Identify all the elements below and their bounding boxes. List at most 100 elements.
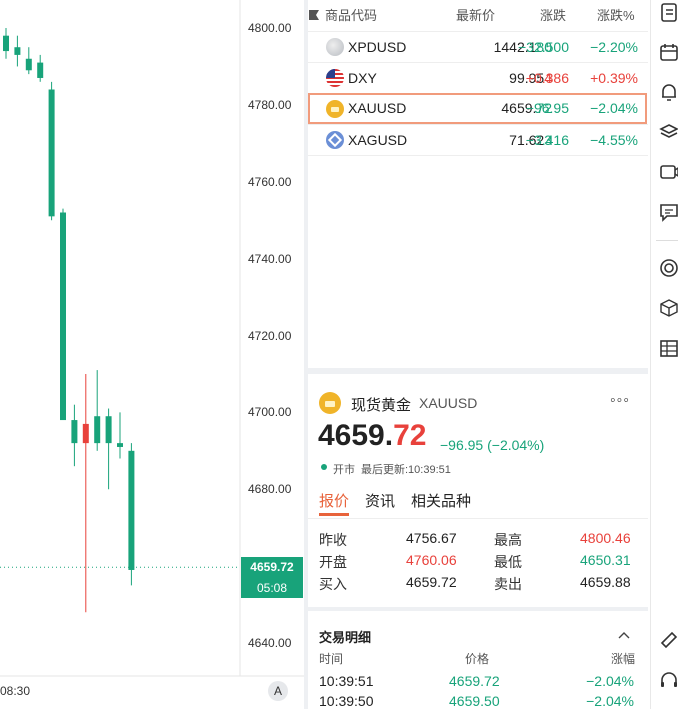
bid-label: 买入 [319,576,347,592]
tab-news[interactable]: 资讯 [365,490,395,511]
row-code: XPDUSD [348,39,407,55]
y-axis-tick: 4780.00 [248,97,292,112]
candle-body [3,35,9,52]
tab-underline [319,513,349,516]
watchlist-row-xpdusd[interactable]: XPDUSD 1442.180 −32.500 −2.20% [308,31,648,63]
high-label: 最高 [494,532,522,548]
candle-body [94,416,101,444]
countdown-tag: 05:08 [241,578,303,598]
row-pct: −4.55% [590,132,638,148]
high-value: 4800.46 [580,530,631,546]
market-open-dot [321,464,327,470]
open-label: 开盘 [319,554,347,570]
trade-time: 10:39:50 [319,693,374,709]
watchlist-header-code[interactable]: 商品代码 [308,0,377,31]
collapse-icon[interactable] [618,631,630,639]
header-label: 商品代码 [325,8,378,23]
auto-scale-button[interactable]: A [268,681,288,701]
price-tail: 72 [393,419,427,452]
candle-body [25,58,32,71]
right-toolbar [650,0,678,709]
message-icon[interactable] [659,162,678,182]
watchlist-header-pct[interactable]: 涨跌% [597,0,635,31]
candle-body [37,62,44,78]
bell-icon[interactable] [659,82,678,102]
trade-pct: −2.04% [586,673,634,689]
watchlist-row-xagusd[interactable]: XAGUSD 71.623 −3.416 −4.55% [308,124,648,156]
detail-change: −96.95 (−2.04%) [440,437,545,453]
trades-header-pct: 涨幅 [611,652,636,666]
silver-icon [326,131,344,149]
x-axis-tick: 08:30 [0,684,31,698]
candle-body [48,89,55,217]
candlestick-chart[interactable]: 4800.00 4780.00 4760.00 4740.00 4720.00 4700.… [0,0,304,709]
watchlist-row-xauusd[interactable]: XAUUSD 4659.72 −96.95 −2.04% [308,93,647,124]
y-axis-tick: 4680.00 [248,482,292,497]
target-icon[interactable] [659,258,678,278]
row-change: −32.500 [518,39,569,55]
bid-value: 4659.72 [406,574,457,590]
row-change: −96.95 [525,100,569,116]
palladium-icon [326,38,344,56]
candle-body [105,416,112,444]
prev-close-value: 4756.67 [406,530,457,546]
y-axis-tick: 4720.00 [248,328,292,343]
trades-header-price: 价格 [465,652,490,666]
watchlist-row-dxy[interactable]: DXY 99.954 +0.386 +0.39% [308,62,648,94]
gold-icon [326,100,344,118]
trades-title: 交易明细 [319,630,372,645]
row-code: XAGUSD [348,132,408,148]
cube-icon[interactable] [659,298,678,318]
y-axis-tick: 4640.00 [248,636,292,650]
candle-body [128,450,135,570]
row-pct: −2.20% [590,39,638,55]
y-axis-tick: 4760.00 [248,174,292,189]
ruler-icon[interactable] [659,630,678,650]
low-value: 4650.31 [580,552,631,568]
current-price-tag: 4659.72 [241,557,303,578]
row-divider [308,155,648,156]
market-status: 开市 [333,464,355,476]
calendar-icon[interactable] [659,42,678,62]
prev-close-label: 昨收 [319,532,347,548]
low-label: 最低 [494,554,522,570]
trade-pct: −2.04% [586,693,634,709]
toolbar-divider [656,240,678,241]
trade-price: 4659.72 [449,673,500,689]
trade-details: 交易明细 时间 价格 涨幅 10:39:51 4659.72 −2.04% 10… [308,611,648,709]
flag-icon [309,10,319,20]
watchlist-header-last[interactable]: 最新价 [456,0,495,31]
candle-body [71,420,78,444]
last-updated: 最后更新:10:39:51 [361,464,451,476]
detail-price: 4659.72 [318,419,426,453]
y-axis-tick: 4800.00 [248,21,292,35]
candle-body [14,47,21,55]
trade-time: 10:39:51 [319,673,374,689]
candle-body [60,212,66,421]
row-change: +0.386 [525,70,569,86]
gold-icon [319,392,341,414]
row-pct: +0.39% [590,70,638,86]
y-axis-tick: 4740.00 [248,251,292,266]
tab-related[interactable]: 相关品种 [411,490,471,511]
row-change: −3.416 [525,132,569,148]
more-options-icon[interactable]: ◦◦◦ [610,392,630,410]
watchlist-header-change[interactable]: 涨跌 [540,0,566,31]
watchlist: 商品代码 最新价 涨跌 涨跌% XPDUSD 1442.180 −32.500 … [308,0,648,368]
document-icon[interactable] [659,2,678,22]
us-flag-icon [326,69,344,87]
tab-quote[interactable]: 报价 [319,490,349,511]
headset-icon[interactable] [659,670,678,690]
row-code: DXY [348,70,377,86]
tab-divider [308,518,648,519]
row-pct: −2.04% [590,100,638,116]
instrument-code: XAUUSD [419,395,478,411]
y-axis-tick: 4700.00 [248,405,292,420]
table-icon[interactable] [659,338,678,358]
candle-body [117,443,123,447]
open-value: 4760.06 [406,552,457,568]
chat-icon[interactable] [659,202,678,222]
trade-price: 4659.50 [449,693,500,709]
layers-icon[interactable] [659,122,678,142]
price-main: 4659. [318,419,394,452]
